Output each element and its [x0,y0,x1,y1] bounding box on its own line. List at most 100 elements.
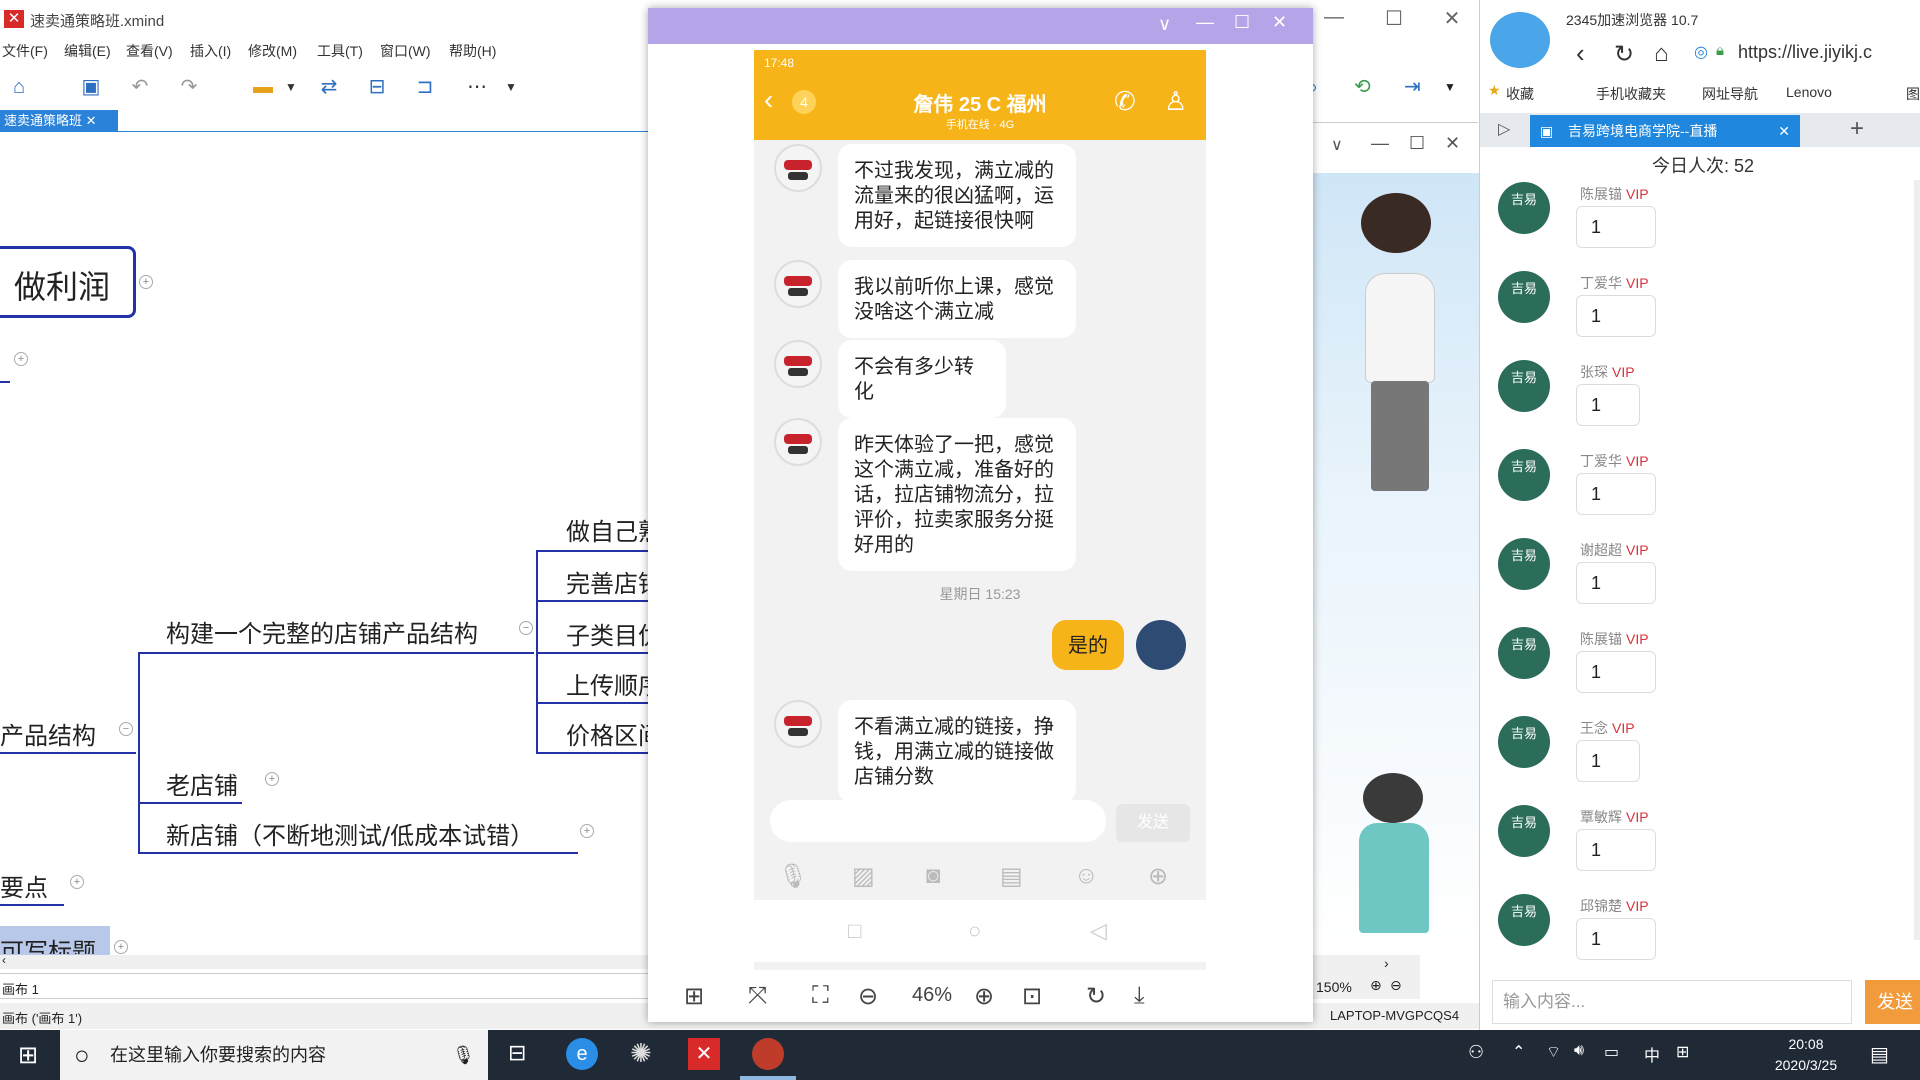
zoom-out-icon[interactable]: ⊖ [1390,977,1402,994]
microphone-icon[interactable]: 🎙︎ [452,1030,475,1080]
collapse-icon[interactable]: − [519,621,533,635]
bookmark-more[interactable]: 图 [1906,84,1920,104]
chevron-down-icon[interactable]: ∨ [1331,135,1343,155]
menu-view[interactable]: 查看(V) [126,41,173,61]
bookmark-nav[interactable]: 网址导航 [1702,84,1758,104]
close-icon[interactable]: ✕ [1432,6,1472,31]
bookmark-lenovo[interactable]: Lenovo [1786,84,1832,100]
save-icon[interactable]: ▣ [78,74,104,100]
windows-start-icon[interactable]: ⊞ [18,1041,38,1070]
menu-modify[interactable]: 修改(M) [248,41,297,61]
microphone-icon[interactable]: 🎙︎ [778,862,808,891]
collapse-icon[interactable]: − [119,722,133,736]
boundary-icon[interactable]: ⊟ [364,74,390,100]
tab-close-icon[interactable]: ✕ [1778,115,1790,147]
phone-call-icon[interactable]: ✆ [1114,86,1136,117]
image-icon[interactable]: ▨ [852,862,875,891]
keyboard-icon[interactable]: ⊞ [1676,1042,1689,1062]
topic-build-structure[interactable]: 构建一个完整的店铺产品结构 [166,614,478,649]
relationship-icon[interactable]: ⇄ [316,74,342,100]
zoom-out-icon[interactable]: ⊖ [858,982,878,1011]
task-view-icon[interactable]: ⊟ [508,1040,526,1066]
phone-send-button[interactable]: 发送 [1116,804,1190,842]
full-screen-icon[interactable]: ⛶ [812,982,829,1010]
share-icon[interactable]: ⟲ [1354,74,1371,99]
horizontal-scrollbar[interactable]: ‹ [0,953,650,969]
menu-tools[interactable]: 工具(T) [317,41,363,61]
expand-icon[interactable]: + [265,772,279,786]
ime-indicator[interactable]: 中 [1644,1042,1660,1066]
sheet-tab[interactable]: 画布 1 [2,979,39,998]
minimize-icon[interactable]: — [1196,12,1214,33]
zoom-in-icon[interactable]: ⊕ [974,982,994,1011]
menu-window[interactable]: 窗口(W) [380,41,431,61]
chat-scrollbar[interactable] [1914,180,1920,940]
tab-live[interactable]: ▣ 吉易跨境电商学院--直播 ✕ [1530,115,1800,147]
camera-icon[interactable]: ◙ [926,862,941,890]
expand-icon[interactable]: + [70,875,84,889]
topic-new-store[interactable]: 新店铺（不断地测试/低成本试错） [166,816,534,851]
expand-icon[interactable]: + [580,824,594,838]
plus-icon[interactable]: ⊕ [1148,862,1168,891]
more-dropdown-icon[interactable]: ▼ [498,74,524,100]
back-nav-icon[interactable]: ◁ [1090,918,1107,944]
summary-icon[interactable]: ⊐ [412,74,438,100]
zoom-in-icon[interactable]: ⊕ [1370,977,1382,994]
bookmark-mobile[interactable]: 手机收藏夹 [1596,84,1666,104]
chat-app-taskbar-icon[interactable] [752,1038,784,1070]
menu-file[interactable]: 文件(F) [2,41,48,61]
topic-old-store[interactable]: 老店铺 [166,766,238,801]
menu-insert[interactable]: 插入(I) [190,41,231,61]
expand-icon[interactable]: + [114,940,128,954]
tray-expand-icon[interactable]: ⌃ [1512,1042,1525,1062]
network-icon[interactable]: ⌔ [1546,1042,1561,1062]
menu-help[interactable]: 帮助(H) [449,41,496,61]
notification-icon[interactable]: ▤ [1870,1042,1889,1067]
chevron-down-icon[interactable]: ∨ [1158,14,1171,35]
chat-input[interactable]: 输入内容... [1492,980,1852,1024]
browser-taskbar-icon[interactable]: e [566,1038,598,1070]
export-icon[interactable]: ⇥ [1404,74,1421,99]
more-icon[interactable]: ⋯ [464,74,490,100]
taskbar-search-box[interactable]: ○ 在这里输入你要搜索的内容 🎙︎ [60,1030,488,1080]
emoji-icon[interactable]: ☺ [1074,862,1099,890]
recent-apps-icon[interactable]: □ [848,918,861,944]
app-taskbar-icon[interactable]: ✺ [630,1038,652,1069]
topic-write-title[interactable]: 可写标题 [0,932,96,954]
chat-send-button[interactable]: 发送 [1865,980,1920,1024]
fit-screen-icon[interactable]: ⤧ [748,982,767,1010]
volume-icon[interactable]: 🔊︎ [1574,1042,1584,1060]
refresh-icon[interactable]: ↻ [1614,40,1634,69]
profile-icon[interactable]: ♙ [1164,86,1187,117]
home-icon[interactable]: ⌂ [6,74,32,100]
thumbnails-icon[interactable]: ⊞ [684,982,704,1011]
new-tab-icon[interactable]: + [1850,115,1864,143]
maximize-icon[interactable]: ☐ [1234,12,1250,33]
redo-icon[interactable]: ↷ [176,74,202,100]
gift-icon[interactable]: ▤ [1000,862,1023,891]
people-icon[interactable]: ⚇ [1468,1042,1484,1063]
address-bar[interactable]: ◎ 🔒︎ https://live.jiyikj.c [1694,40,1920,68]
scroll-left-icon[interactable]: ‹ [2,953,6,967]
tab-map[interactable]: 速卖通策略班 ✕ [0,110,118,132]
topic-icon[interactable]: ▬ [250,74,276,100]
home-icon[interactable]: ⌂ [1654,40,1669,68]
minimize-icon[interactable]: — [1314,6,1354,29]
maximize-icon[interactable]: ☐ [1409,133,1425,154]
phone-message-input[interactable] [770,800,1106,842]
topic-product-structure[interactable]: 产品结构 [0,716,96,751]
maximize-icon[interactable]: ☐ [1374,6,1414,31]
tab-close-icon[interactable]: ✕ [86,113,97,128]
sidebar-toggle-icon[interactable]: ▷ [1498,119,1510,139]
xmind-taskbar-icon[interactable]: ✕ [688,1038,720,1070]
expand-icon[interactable]: + [139,275,153,289]
close-icon[interactable]: ✕ [1272,12,1287,33]
download-icon[interactable]: ⤓ [1134,982,1145,1010]
battery-icon[interactable]: ▭ [1604,1042,1619,1062]
undo-icon[interactable]: ↶ [127,74,153,100]
rotate-icon[interactable]: ↻ [1086,982,1106,1011]
topic-dropdown-icon[interactable]: ▼ [278,74,304,100]
menu-edit[interactable]: 编辑(E) [64,41,111,61]
minimize-icon[interactable]: — [1371,133,1389,154]
bookmark-favorites[interactable]: 收藏 [1506,84,1534,104]
